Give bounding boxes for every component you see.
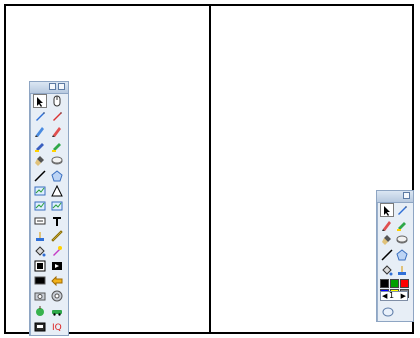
toolbar-expand-icon[interactable] bbox=[49, 83, 56, 90]
eraser-icon[interactable] bbox=[395, 233, 409, 247]
eraser-icon[interactable] bbox=[50, 154, 64, 168]
width-stepper[interactable]: ◀ 1 ▶ bbox=[380, 291, 408, 301]
green-car-icon[interactable] bbox=[50, 304, 64, 318]
color-swatch[interactable] bbox=[380, 279, 389, 288]
pencil-red-icon[interactable] bbox=[380, 218, 394, 232]
camera-icon[interactable] bbox=[50, 259, 64, 273]
highlighter-blue-icon[interactable] bbox=[33, 139, 47, 153]
pie-chart-icon[interactable] bbox=[33, 199, 47, 213]
fill-bucket-icon[interactable] bbox=[380, 263, 394, 277]
pencil-blue-icon[interactable] bbox=[33, 124, 47, 138]
undo-arrow-icon[interactable] bbox=[50, 274, 64, 288]
toolbar-close-icon[interactable] bbox=[58, 83, 65, 90]
brush-icon[interactable] bbox=[33, 154, 47, 168]
pen-blue-icon[interactable] bbox=[395, 203, 409, 217]
mouse-icon[interactable] bbox=[50, 94, 64, 108]
camera-photo-icon[interactable] bbox=[33, 289, 47, 303]
pen-blue-icon[interactable] bbox=[33, 109, 47, 123]
highlighter-green-icon[interactable] bbox=[395, 218, 409, 232]
highlighter-green-icon[interactable] bbox=[50, 139, 64, 153]
line-icon[interactable] bbox=[33, 169, 47, 183]
chart-icon[interactable] bbox=[33, 184, 47, 198]
bar-chart-icon[interactable] bbox=[50, 199, 64, 213]
fill-bucket-icon[interactable] bbox=[33, 244, 47, 258]
shape-pentagon-icon[interactable] bbox=[50, 169, 64, 183]
tools-box-icon[interactable] bbox=[33, 319, 47, 333]
stepper-right-icon[interactable]: ▶ bbox=[401, 292, 406, 300]
magic-pen-icon[interactable] bbox=[50, 244, 64, 258]
toolbar-close-icon[interactable] bbox=[403, 192, 410, 199]
pen-red-icon[interactable] bbox=[50, 109, 64, 123]
color-swatch[interactable] bbox=[390, 279, 399, 288]
select-arrow-icon[interactable] bbox=[33, 94, 47, 108]
brush-icon[interactable] bbox=[380, 233, 394, 247]
settings-icon[interactable] bbox=[381, 305, 395, 319]
screen-capture-icon[interactable] bbox=[33, 259, 47, 273]
green-apple-icon[interactable] bbox=[33, 304, 47, 318]
toolbar-header[interactable] bbox=[377, 191, 413, 203]
keyboard-icon[interactable] bbox=[33, 214, 47, 228]
stamp-icon[interactable] bbox=[395, 263, 409, 277]
color-swatch[interactable] bbox=[400, 279, 409, 288]
toolbar-header[interactable] bbox=[30, 82, 68, 94]
select-arrow-icon[interactable] bbox=[380, 203, 394, 217]
left-toolbar: IQ bbox=[29, 81, 69, 336]
svg-text:IQ: IQ bbox=[52, 323, 62, 332]
shape-pentagon-icon[interactable] bbox=[395, 248, 409, 262]
stepper-left-icon[interactable]: ◀ bbox=[382, 292, 387, 300]
stamp-icon[interactable] bbox=[33, 229, 47, 243]
triangle-icon[interactable] bbox=[50, 184, 64, 198]
stepper-value: 1 bbox=[389, 291, 395, 300]
black-screen-icon[interactable] bbox=[33, 274, 47, 288]
text-tool-icon[interactable] bbox=[50, 214, 64, 228]
pencil-red-icon[interactable] bbox=[50, 124, 64, 138]
ruler-icon[interactable] bbox=[50, 229, 64, 243]
line-icon[interactable] bbox=[380, 248, 394, 262]
right-toolbar: ◀ 1 ▶ bbox=[376, 190, 414, 322]
iq-logo-icon[interactable]: IQ bbox=[50, 319, 64, 333]
canvas-divider bbox=[209, 4, 211, 334]
spotlight-icon[interactable] bbox=[50, 289, 64, 303]
